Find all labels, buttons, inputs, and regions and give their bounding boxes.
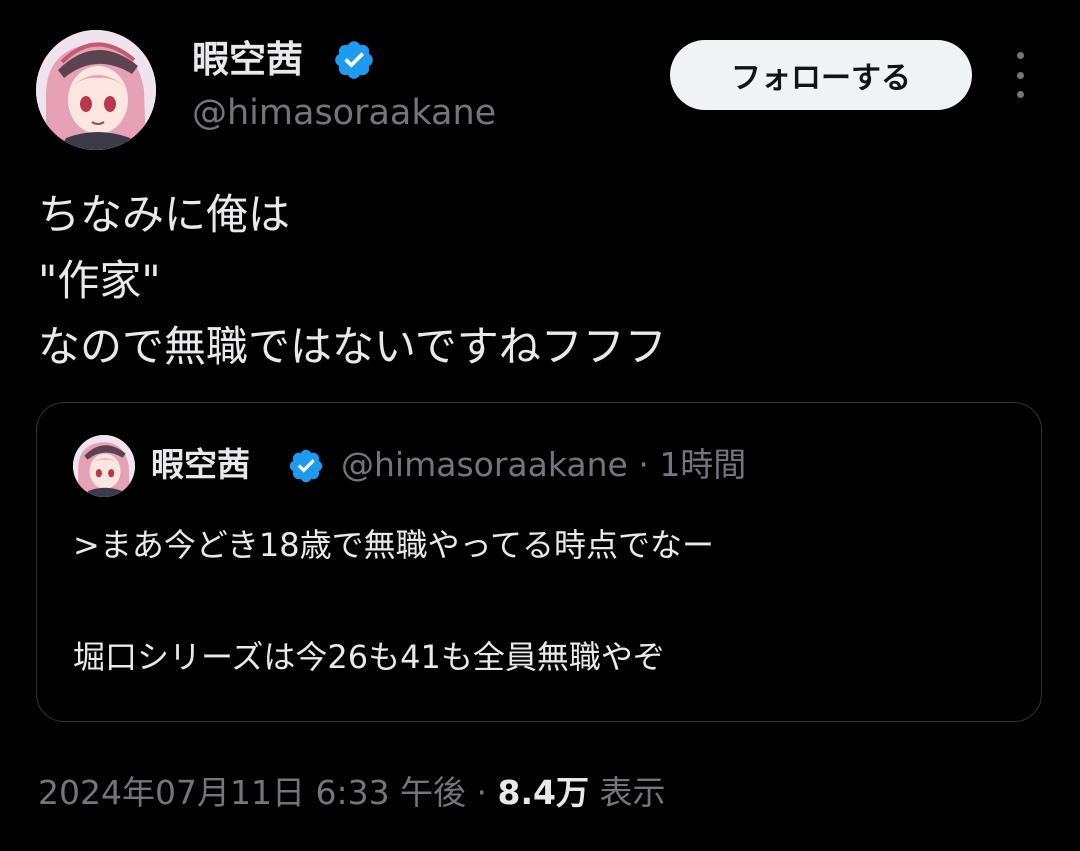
more-dot: [1016, 91, 1024, 98]
quoted-tweet-text: >まあ今どき18歳で無職やってる時点でなー 堀口シリーズは今26も41も全員無職…: [73, 517, 1013, 685]
quoted-tweet-time[interactable]: 1時間: [659, 445, 746, 484]
avatar-illustration: [73, 435, 135, 497]
quoted-tweet-card[interactable]: 暇空茜 @himasoraakane · 1時間 >まあ今どき18歳で無職やって…: [36, 402, 1042, 722]
views-label: 表示: [589, 773, 666, 812]
tweet-text-line: ちなみに俺は: [38, 190, 291, 239]
quoted-text-line: >まあ今どき18歳で無職やってる時点でなー: [73, 526, 714, 564]
views-count: 8.4万: [497, 773, 590, 812]
tweet-timestamp[interactable]: 2024年07月11日 6:33 午後: [38, 773, 466, 812]
quoted-tweet-meta: @himasoraakane · 1時間: [341, 443, 746, 487]
quoted-author-display-name[interactable]: 暇空茜: [151, 443, 250, 487]
tweet-header: 暇空茜 @himasoraakane フォローする: [0, 0, 1080, 170]
meta-separator: ·: [627, 445, 660, 484]
author-handle[interactable]: @himasoraakane: [192, 90, 496, 136]
quoted-text-line: 堀口シリーズは今26も41も全員無職やぞ: [73, 638, 665, 676]
tweet-metadata: 2024年07月11日 6:33 午後 · 8.4万 表示: [38, 770, 666, 816]
quoted-author-avatar[interactable]: [73, 435, 135, 497]
more-dot: [1016, 52, 1024, 59]
follow-button[interactable]: フォローする: [670, 40, 972, 110]
author-display-name[interactable]: 暇空茜: [192, 36, 303, 84]
tweet-text: ちなみに俺は "作家" なので無職ではないですねフフフ: [38, 182, 1038, 380]
meta-separator: ·: [466, 773, 498, 812]
verified-badge-icon: [289, 449, 323, 483]
more-vertical-icon[interactable]: [1000, 52, 1040, 98]
quoted-author-handle[interactable]: @himasoraakane: [341, 445, 628, 484]
verified-badge-icon: [335, 41, 373, 79]
author-avatar[interactable]: [36, 30, 156, 150]
more-dot: [1016, 71, 1024, 79]
tweet-text-line: なので無職ではないですねフフフ: [38, 322, 667, 371]
avatar-illustration: [36, 30, 156, 150]
tweet-text-line: "作家": [38, 256, 161, 305]
quoted-text-line: [73, 573, 1013, 629]
